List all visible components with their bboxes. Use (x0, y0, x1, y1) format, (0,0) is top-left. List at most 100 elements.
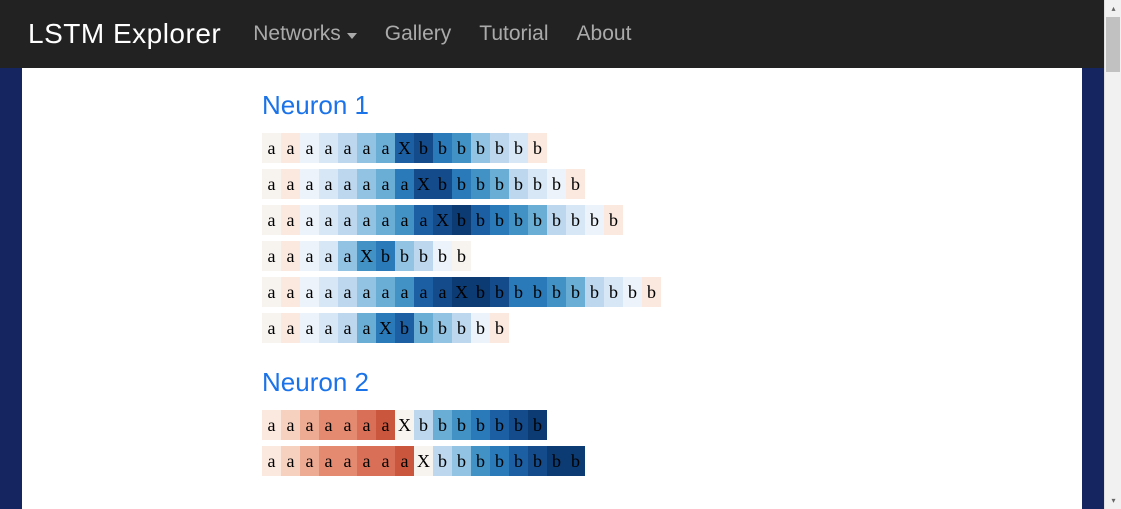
activation-cell: b (471, 169, 490, 199)
activation-cell: b (414, 241, 433, 271)
activation-cell: b (433, 133, 452, 163)
nav-tutorial-link[interactable]: Tutorial (479, 22, 548, 46)
activation-row: aaaaaaaaXbbbbbbbb (262, 169, 1042, 199)
navbar: LSTM Explorer Networks Gallery Tutorial … (0, 0, 1104, 68)
activation-cell: a (319, 446, 338, 476)
activation-cell: a (281, 410, 300, 440)
activation-cell: a (414, 277, 433, 307)
activation-cell: b (414, 133, 433, 163)
activation-cell: a (395, 205, 414, 235)
activation-cell: a (262, 277, 281, 307)
nav-networks-label: Networks (253, 22, 341, 46)
activation-cell: b (471, 205, 490, 235)
activation-cell: b (376, 241, 395, 271)
activation-cell: b (604, 277, 623, 307)
activation-cell: a (338, 446, 357, 476)
activation-cell: b (547, 169, 566, 199)
activation-row: aaaaaaaaaaXbbbbbbbbbb (262, 277, 1042, 307)
activation-cell: b (509, 133, 528, 163)
activation-cell: b (509, 446, 528, 476)
activation-cell: a (338, 205, 357, 235)
activation-cell: b (509, 205, 528, 235)
activation-cell: a (338, 410, 357, 440)
activation-cell: a (357, 410, 376, 440)
activation-row: aaaaaaaXbbbbbbb (262, 410, 1042, 440)
activation-cell: b (528, 169, 547, 199)
activation-cell: a (357, 446, 376, 476)
activation-cell: a (262, 313, 281, 343)
scrollbar-thumb[interactable] (1106, 17, 1120, 72)
activation-cell: a (281, 169, 300, 199)
activation-cell: a (357, 205, 376, 235)
activation-cell: a (281, 205, 300, 235)
activation-cell: b (547, 205, 566, 235)
activation-cell: b (395, 241, 414, 271)
activation-cell: a (319, 169, 338, 199)
activation-cell: a (357, 313, 376, 343)
nav-links: Networks Gallery Tutorial About (253, 22, 631, 46)
activation-cell: a (300, 133, 319, 163)
activation-cell: a (300, 446, 319, 476)
activation-cell: a (395, 446, 414, 476)
activation-cell: b (433, 446, 452, 476)
activation-cell: b (585, 205, 604, 235)
activation-cell: b (528, 446, 547, 476)
activation-cell: a (376, 446, 395, 476)
nav-about-link[interactable]: About (577, 22, 632, 46)
activation-cell: b (414, 410, 433, 440)
neuron-title: Neuron 2 (262, 367, 1042, 398)
activation-cell: a (338, 169, 357, 199)
activation-cell: a (433, 277, 452, 307)
activation-cell: b (585, 277, 604, 307)
activation-cell: b (566, 169, 585, 199)
activation-cell: a (376, 133, 395, 163)
activation-cell: b (471, 277, 490, 307)
activation-cell: b (452, 313, 471, 343)
activation-cell: b (414, 313, 433, 343)
activation-cell: a (300, 169, 319, 199)
scrollbar-up-arrow-icon[interactable]: ▴ (1105, 0, 1121, 17)
neuron-title: Neuron 1 (262, 90, 1042, 121)
activation-cell: b (490, 169, 509, 199)
activation-cell: a (376, 169, 395, 199)
activation-cell: a (262, 410, 281, 440)
activation-cell: a (414, 205, 433, 235)
activation-cell: a (376, 277, 395, 307)
activation-cell: X (452, 277, 471, 307)
activation-row: aaaaaaaaXbbbbbbbb (262, 446, 1042, 476)
activation-cell: b (471, 410, 490, 440)
activation-cell: a (262, 169, 281, 199)
activation-cell: b (528, 205, 547, 235)
activation-cell: b (452, 133, 471, 163)
scrollbar-down-arrow-icon[interactable]: ▾ (1105, 492, 1121, 509)
activation-cell: b (547, 446, 566, 476)
activation-cell: b (509, 277, 528, 307)
activation-cell: a (395, 277, 414, 307)
nav-networks-dropdown[interactable]: Networks (253, 22, 357, 46)
content-card: Neuron 1aaaaaaaXbbbbbbbaaaaaaaaXbbbbbbbb… (22, 68, 1082, 509)
vertical-scrollbar[interactable]: ▴ ▾ (1104, 0, 1121, 509)
activation-cell: b (452, 241, 471, 271)
activation-cell: a (281, 446, 300, 476)
activation-cell: b (452, 205, 471, 235)
activation-cell: X (395, 410, 414, 440)
activation-row: aaaaaaXbbbbbb (262, 313, 1042, 343)
activation-cell: b (547, 277, 566, 307)
activation-cell: b (528, 410, 547, 440)
activation-cell: b (433, 313, 452, 343)
activation-cell: b (566, 446, 585, 476)
activation-cell: b (490, 133, 509, 163)
activation-cell: b (433, 241, 452, 271)
activation-cell: X (376, 313, 395, 343)
brand-title[interactable]: LSTM Explorer (28, 18, 221, 50)
activation-cell: a (300, 410, 319, 440)
nav-gallery-link[interactable]: Gallery (385, 22, 452, 46)
activation-cell: a (262, 205, 281, 235)
activation-cell: X (414, 446, 433, 476)
activation-cell: b (490, 313, 509, 343)
activation-row: aaaaaaaaaXbbbbbbbbb (262, 205, 1042, 235)
activation-cell: X (414, 169, 433, 199)
activation-cell: b (471, 313, 490, 343)
activation-cell: a (357, 169, 376, 199)
activation-cell: a (319, 277, 338, 307)
